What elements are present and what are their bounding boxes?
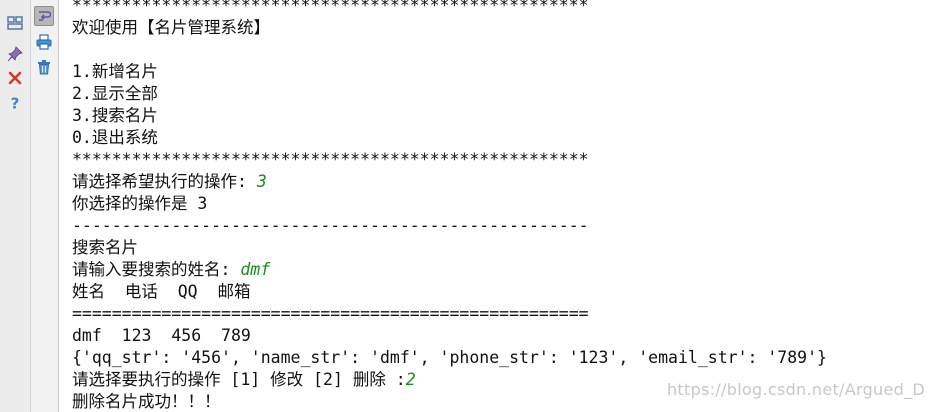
- print-icon[interactable]: [34, 32, 54, 52]
- side-gutter: ?: [0, 0, 31, 412]
- softwrap-icon[interactable]: [34, 6, 54, 26]
- console-output[interactable]: ****************************************…: [59, 0, 937, 412]
- delete-success-line: 删除名片成功！！！: [72, 392, 221, 411]
- dict-output-line: {'qq_str': '456', 'name_str': 'dmf', 'ph…: [72, 348, 827, 367]
- welcome-line: 欢迎使用【名片管理系统】: [72, 18, 270, 37]
- user-input: dmf: [240, 260, 271, 279]
- console-toolbar: [31, 0, 59, 412]
- edit-delete-prompt: 请选择要执行的操作 [1] 修改 [2] 删除 :2: [72, 370, 416, 389]
- pin-icon[interactable]: [5, 44, 25, 64]
- trash-icon[interactable]: [34, 57, 54, 77]
- run-console-window: ? **************************************…: [0, 0, 937, 412]
- menu-item-add: 1.新增名片: [72, 62, 158, 81]
- watermark: https://blog.csdn.net/Argued_D: [666, 380, 925, 399]
- dash-separator-line: ----------------------------------------…: [72, 216, 589, 235]
- table-header: 姓名 电话 QQ 邮箱: [72, 282, 251, 301]
- menu-item-search: 3.搜索名片: [72, 106, 158, 125]
- user-input: 3: [256, 172, 267, 191]
- help-icon[interactable]: ?: [5, 93, 25, 113]
- layout-icon[interactable]: [5, 13, 25, 33]
- user-input: 2: [405, 370, 416, 389]
- menu-item-exit: 0.退出系统: [72, 128, 158, 147]
- choose-operation-prompt: 请选择希望执行的操作: 3: [72, 172, 267, 191]
- table-row: dmf 123 456 789: [72, 326, 251, 345]
- separator-line: ****************************************…: [72, 150, 589, 169]
- close-icon[interactable]: [5, 68, 25, 88]
- menu-item-show-all: 2.显示全部: [72, 84, 158, 103]
- search-heading: 搜索名片: [72, 238, 138, 257]
- separator-line: ****************************************…: [72, 0, 589, 15]
- chosen-operation-line: 你选择的操作是 3: [72, 194, 208, 213]
- equals-separator-line: ========================================…: [72, 304, 589, 323]
- svg-text:?: ?: [11, 95, 20, 111]
- search-name-prompt: 请输入要搜索的姓名: dmf: [72, 260, 271, 279]
